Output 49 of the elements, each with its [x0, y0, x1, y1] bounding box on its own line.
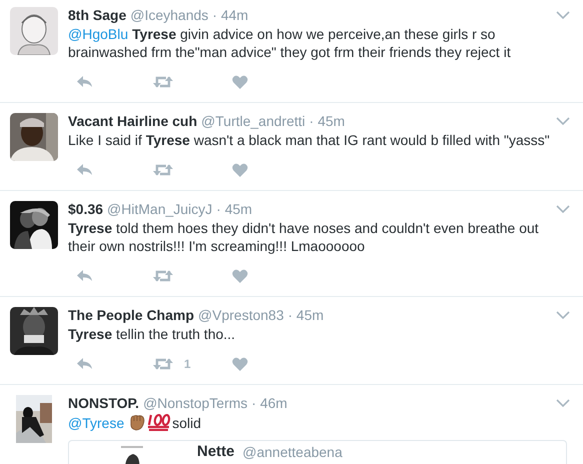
user-name[interactable]: Nette: [197, 444, 235, 460]
timestamp[interactable]: · 45m: [288, 307, 324, 323]
caret-icon[interactable]: [556, 205, 570, 213]
user-name[interactable]: Vacant Hairline cuh: [68, 113, 198, 129]
user-handle[interactable]: @annetteabena: [242, 444, 342, 460]
retweet-icon[interactable]: [152, 269, 174, 283]
timestamp[interactable]: · 45m: [309, 113, 345, 129]
hundred-points-icon: [146, 413, 172, 431]
avatar[interactable]: [16, 395, 52, 443]
avatar[interactable]: [10, 307, 58, 355]
caret-icon[interactable]: [556, 399, 570, 407]
caret-icon[interactable]: [556, 311, 570, 319]
tweet-text: Like I said if Tyrese wasn't a black man that IG rant would b filled with "yasss": [68, 131, 551, 149]
timestamp[interactable]: · 45m: [216, 201, 252, 217]
user-name[interactable]: 8th Sage: [68, 7, 126, 23]
avatar[interactable]: [10, 113, 58, 161]
timestamp[interactable]: · 44m: [212, 7, 248, 23]
user-name[interactable]: The People Champ: [68, 307, 194, 323]
reply-icon[interactable]: [76, 163, 94, 177]
retweet-icon[interactable]: [152, 163, 174, 177]
mention-link[interactable]: @HgoBlu: [68, 26, 128, 42]
retweet-icon[interactable]: [152, 357, 174, 371]
user-handle[interactable]: @NonstopTerms: [143, 395, 248, 411]
retweet-count: 1: [184, 357, 191, 371]
fist-icon: [128, 413, 146, 431]
user-handle[interactable]: @Turtle_andretti: [201, 113, 306, 129]
timestamp[interactable]: · 46m: [252, 395, 288, 411]
reply-icon[interactable]: [76, 269, 94, 283]
retweet-icon[interactable]: [152, 75, 174, 89]
tweet-text: Tyrese told them hoes they didn't have noses and couldn't even breathe out their own nostrils!!! I'm screaming!!! Lmaoooooo: [68, 219, 540, 255]
user-name[interactable]: NONSTOP.: [68, 395, 140, 411]
user-handle[interactable]: @HitMan_JuicyJ: [107, 201, 212, 217]
like-icon[interactable]: [232, 75, 248, 89]
tweet-text: Tyrese tellin the truth tho...: [68, 325, 236, 343]
caret-icon[interactable]: [556, 117, 570, 125]
user-handle[interactable]: @Vpreston83: [198, 307, 284, 323]
quoted-tweet-card[interactable]: Nette @annetteabena: [68, 440, 567, 464]
user-handle[interactable]: @Iceyhands: [130, 7, 208, 23]
like-icon[interactable]: [232, 357, 248, 371]
tweet-text: @HgoBlu Tyrese givin advice on how we perceive,an these girls r so brainwashed frm the"man advice" they got frm their friends they reject it: [68, 25, 512, 61]
reply-icon[interactable]: [76, 75, 94, 89]
like-icon[interactable]: [232, 269, 248, 283]
like-icon[interactable]: [232, 163, 248, 177]
reply-icon[interactable]: [76, 357, 94, 371]
user-name[interactable]: $0.36: [68, 201, 104, 217]
avatar[interactable]: [10, 201, 58, 249]
tweet-text: solid: [172, 415, 202, 431]
caret-icon[interactable]: [556, 11, 570, 19]
mention-link[interactable]: @Tyrese: [68, 415, 124, 431]
